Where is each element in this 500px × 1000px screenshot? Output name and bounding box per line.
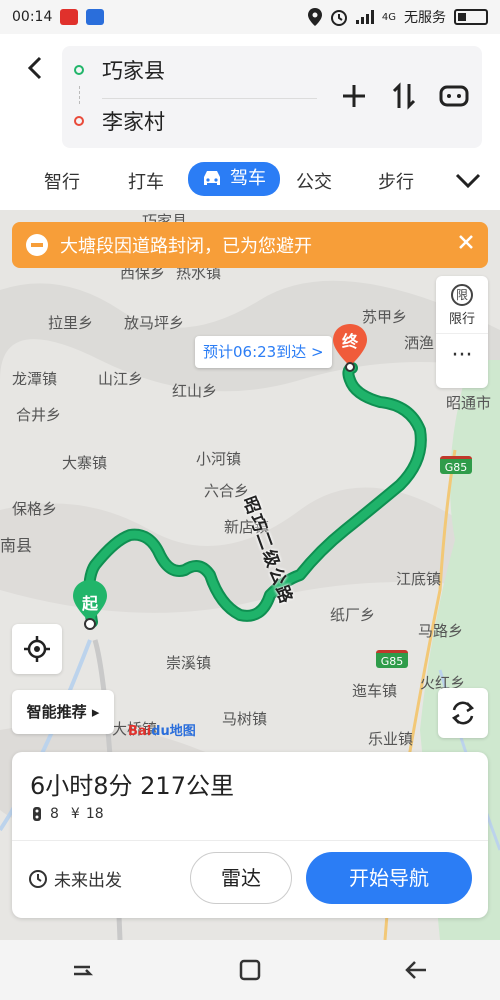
- more-options-button[interactable]: ···: [436, 334, 488, 388]
- destination-dot-icon: [74, 116, 84, 126]
- swap-route-button[interactable]: [388, 80, 420, 112]
- place-label: 昭通市: [446, 394, 492, 412]
- traffic-restriction-button[interactable]: 限 限行: [436, 276, 488, 334]
- traffic-light-icon: [33, 807, 41, 821]
- place-label: 南县: [0, 536, 33, 555]
- route-header: 巧家县 李家村 智行 打车 驾车 公交 步行: [0, 34, 500, 210]
- battery-icon: [454, 9, 488, 25]
- tab-drive[interactable]: 驾车: [188, 162, 280, 196]
- baidu-map-logo: Baidu地图: [128, 724, 196, 739]
- eta-bubble[interactable]: 预计06:23到达 >: [195, 336, 332, 368]
- plus-icon: [343, 85, 365, 107]
- place-label: 合井乡: [16, 406, 62, 424]
- future-departure-label: 未来出发: [54, 871, 122, 891]
- map-side-panel: 限 限行 ···: [436, 276, 488, 388]
- place-label: 保格乡: [12, 500, 58, 518]
- place-label: 乐业镇: [368, 730, 414, 748]
- locate-button[interactable]: [12, 624, 62, 674]
- location-icon: [307, 8, 322, 26]
- place-label: 崇溪镇: [166, 654, 212, 672]
- home-button[interactable]: [232, 952, 268, 988]
- status-bar: 00:14 4G 无服务: [0, 0, 500, 34]
- place-label: 江底镇: [396, 570, 442, 588]
- back-nav-button[interactable]: [399, 952, 435, 988]
- highway-shield: G85: [440, 456, 472, 474]
- route-divider: [102, 98, 317, 99]
- tab-zhixing[interactable]: 智行: [44, 168, 80, 194]
- refresh-icon: [451, 701, 475, 725]
- alarm-icon: [330, 10, 347, 26]
- status-time: 00:14: [12, 9, 53, 25]
- highway-shield: G85: [376, 650, 408, 668]
- home-square-icon: [239, 959, 261, 981]
- end-marker-label: 终: [341, 332, 358, 351]
- alert-message: 大塘段因道路封闭，已为您避开: [60, 236, 312, 257]
- place-label: 放马坪乡: [124, 314, 185, 332]
- weibo-icon: [60, 9, 79, 25]
- recent-apps-button[interactable]: [65, 952, 101, 988]
- place-label: 山江乡: [98, 370, 144, 388]
- close-icon: [459, 235, 473, 249]
- origin-field[interactable]: 巧家县: [74, 50, 165, 90]
- chevron-down-icon[interactable]: [454, 168, 482, 192]
- back-nav-icon: [404, 961, 426, 979]
- start-navigation-button[interactable]: 开始导航: [306, 852, 472, 904]
- back-button[interactable]: [20, 54, 50, 84]
- baidu-icon: [86, 9, 105, 25]
- add-waypoint-button[interactable]: [338, 80, 370, 112]
- place-label: 洒渔: [404, 334, 435, 352]
- swap-icon: [392, 82, 416, 110]
- clock-icon: [29, 869, 47, 888]
- network-status: 无服务: [404, 10, 446, 26]
- back-arrow-icon: [27, 56, 42, 80]
- no-entry-icon: [26, 234, 48, 256]
- radar-button[interactable]: 雷达: [190, 852, 292, 904]
- road-closure-alert: 大塘段因道路封闭，已为您避开: [12, 222, 488, 268]
- place-label: 大寨镇: [62, 454, 108, 472]
- destination-field[interactable]: 李家村: [74, 101, 165, 141]
- toll-amount: 18: [85, 806, 104, 822]
- tab-walk[interactable]: 步行: [378, 168, 414, 194]
- travel-mode-tabs: 智行 打车 驾车 公交 步行: [0, 162, 500, 202]
- close-alert-button[interactable]: [458, 232, 474, 256]
- route-summary-card[interactable]: 6小时8分 217公里 8 ¥ 18 未来出发 雷达 开始导航: [12, 752, 488, 918]
- toll-icon: ¥: [70, 806, 80, 822]
- destination-text: 李家村: [102, 110, 165, 134]
- place-label: 龙潭镇: [12, 370, 58, 388]
- restriction-label: 限行: [448, 312, 475, 327]
- crosshair-icon: [24, 636, 50, 662]
- tab-drive-label: 驾车: [230, 168, 266, 189]
- play-triangle-icon: ▸: [91, 703, 100, 721]
- smart-recommend-label: 智能推荐: [26, 703, 87, 721]
- signal-icon: [355, 10, 374, 24]
- origin-dot-icon: [74, 65, 84, 75]
- traffic-light-count: 8: [50, 806, 59, 822]
- place-label: 红山乡: [172, 382, 218, 400]
- system-nav-bar: [0, 940, 500, 1000]
- smart-recommend-button[interactable]: 智能推荐 ▸: [12, 690, 114, 734]
- origin-text: 巧家县: [102, 59, 165, 83]
- route-input-box: 巧家县 李家村: [62, 46, 482, 148]
- future-departure-button[interactable]: 未来出发: [28, 866, 122, 891]
- car-icon: [204, 171, 220, 185]
- network-tag: 4G: [381, 11, 396, 23]
- place-label: 小河镇: [196, 450, 242, 468]
- place-label: 拉里乡: [48, 314, 94, 332]
- place-label: 马路乡: [418, 622, 464, 640]
- restriction-icon: 限: [451, 284, 473, 306]
- preference-icon: [439, 85, 469, 107]
- recent-apps-icon: [74, 965, 94, 976]
- tab-transit[interactable]: 公交: [296, 168, 332, 194]
- route-duration-distance: 6小时8分 217公里: [30, 772, 234, 800]
- place-label: 纸厂乡: [330, 606, 376, 624]
- start-marker-label: 起: [81, 594, 98, 613]
- card-divider: [12, 840, 488, 841]
- route-preference-button[interactable]: [438, 80, 470, 112]
- tab-taxi[interactable]: 打车: [128, 168, 164, 194]
- place-label: 迤车镇: [352, 682, 398, 700]
- route-meta: 8 ¥ 18: [30, 806, 104, 822]
- place-label: 马树镇: [222, 710, 268, 728]
- refresh-route-button[interactable]: [438, 688, 488, 738]
